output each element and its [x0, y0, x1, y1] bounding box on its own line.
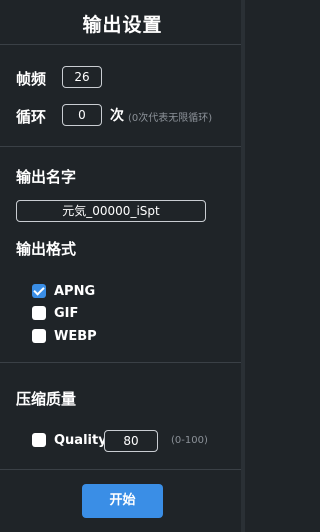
section-divider-2 — [0, 362, 245, 363]
checkbox-unchecked-icon[interactable] — [32, 306, 46, 320]
format-option-label: WEBP — [54, 328, 97, 344]
checkbox-unchecked-icon[interactable] — [32, 433, 46, 447]
format-option-webp[interactable]: WEBP — [32, 326, 97, 346]
frame-rate-label: 帧频 — [16, 70, 47, 88]
panel-title: 输出设置 — [82, 14, 163, 36]
loop-hint: (0次代表无限循环) — [128, 113, 213, 124]
checkbox-unchecked-icon[interactable] — [32, 329, 46, 343]
quality-toggle[interactable]: Quality — [32, 430, 107, 450]
loop-unit: 次 — [110, 108, 124, 124]
loop-input[interactable]: 0 — [62, 104, 102, 126]
quality-input[interactable]: 80 — [104, 430, 158, 452]
title-divider — [0, 44, 245, 45]
format-option-label: GIF — [54, 305, 79, 321]
checkbox-checked-icon[interactable] — [32, 284, 46, 298]
output-name-label: 输出名字 — [16, 168, 77, 186]
format-option-apng[interactable]: APNG — [32, 281, 95, 301]
quality-range-hint: (0-100) — [171, 435, 208, 446]
quality-label: Quality — [54, 432, 107, 448]
section-divider-3 — [0, 469, 245, 470]
output-name-input[interactable]: 元気_00000_iSpt — [16, 200, 206, 222]
format-option-gif[interactable]: GIF — [32, 303, 78, 323]
start-button[interactable]: 开始 — [82, 484, 163, 518]
frame-rate-input[interactable]: 26 — [62, 66, 102, 88]
format-option-label: APNG — [54, 283, 96, 299]
scrollbar-track[interactable] — [241, 0, 245, 532]
output-settings-panel: 输出设置 帧频 26 循环 0 次 (0次代表无限循环) 输出名字 元気_000… — [0, 0, 245, 532]
loop-label: 循环 — [16, 108, 47, 126]
output-format-label: 输出格式 — [16, 240, 77, 258]
section-divider-1 — [0, 146, 245, 147]
compress-quality-label: 压缩质量 — [16, 390, 77, 408]
